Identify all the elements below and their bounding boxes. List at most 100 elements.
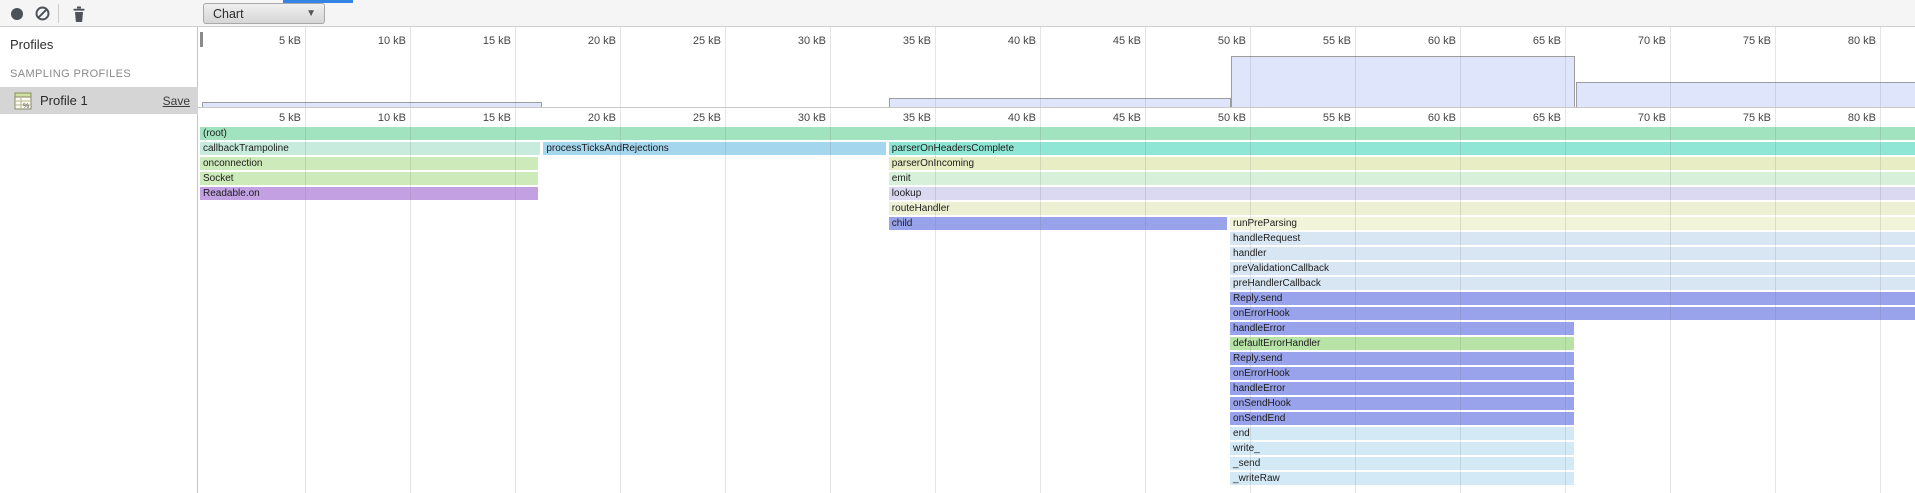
flame-bar[interactable]: _writeRaw [1230, 472, 1574, 485]
ruler-tick-label: 25 kB [651, 112, 721, 124]
flame-bar[interactable]: _send [1230, 457, 1574, 470]
flame-bar[interactable]: child [889, 217, 1227, 230]
save-profile-link[interactable]: Save [163, 94, 190, 108]
ruler-tick-label: 40 kB [966, 112, 1036, 124]
flame-bar[interactable]: handleError [1230, 382, 1574, 395]
flame-bar[interactable]: callbackTrampoline [200, 142, 540, 155]
gridline [725, 27, 726, 493]
gridline [935, 27, 936, 493]
delete-profile-button[interactable] [70, 0, 88, 27]
ruler-tick-label: 15 kB [441, 35, 511, 47]
gridline [1250, 27, 1251, 493]
gridline [830, 27, 831, 493]
ruler-tick-label: 60 kB [1386, 112, 1456, 124]
gridline [410, 27, 411, 493]
ruler-tick-label: 45 kB [1071, 112, 1141, 124]
flame-bar[interactable]: Reply.send [1230, 292, 1915, 305]
sidebar-item-profile-1[interactable]: % Profile 1 Save [0, 87, 198, 114]
gridline [620, 27, 621, 493]
gridline [515, 27, 516, 493]
ruler-tick-label: 75 kB [1701, 35, 1771, 47]
ruler-tick-label: 10 kB [336, 35, 406, 47]
overview-drag-handle[interactable] [200, 32, 203, 47]
flame-bar[interactable]: end [1230, 427, 1574, 440]
view-mode-label: Chart [213, 7, 244, 21]
gridline [1040, 27, 1041, 493]
flame-bar[interactable]: Socket [200, 172, 538, 185]
ruler-tick-label: 80 kB [1806, 112, 1876, 124]
flame-bar[interactable]: defaultErrorHandler [1230, 337, 1574, 350]
ruler-tick-label: 5 kB [231, 35, 301, 47]
profile-name: Profile 1 [40, 93, 163, 108]
flame-bar[interactable]: parserOnIncoming [889, 157, 1915, 170]
flame-bar[interactable]: onconnection [200, 157, 538, 170]
gridline [305, 27, 306, 493]
flame-bar[interactable]: parserOnHeadersComplete [889, 142, 1915, 155]
dropdown-arrow-icon: ▼ [306, 8, 316, 19]
flame-bar[interactable]: handleRequest [1230, 232, 1915, 245]
flame-bar[interactable]: onSendHook [1230, 397, 1574, 410]
ruler-tick-label: 55 kB [1281, 35, 1351, 47]
record-button[interactable] [9, 0, 25, 27]
ruler-tick-label: 70 kB [1596, 35, 1666, 47]
gridline [1355, 27, 1356, 493]
sidebar: Profiles SAMPLING PROFILES % Profile 1 S… [0, 27, 198, 493]
block-icon [35, 6, 50, 21]
flame-bar[interactable]: lookup [889, 187, 1915, 200]
gridline [1460, 27, 1461, 493]
ruler-tick-label: 65 kB [1491, 35, 1561, 47]
ruler-tick-label: 25 kB [651, 35, 721, 47]
flame-bar[interactable]: runPreParsing [1230, 217, 1915, 230]
overview-segment[interactable] [1576, 82, 1915, 108]
profile-icon: % [14, 92, 32, 110]
flame-bar[interactable]: (root) [200, 127, 1915, 140]
gridline [1145, 27, 1146, 493]
ruler-tick-label: 20 kB [546, 35, 616, 47]
ruler-tick-label: 55 kB [1281, 112, 1351, 124]
flame-bar[interactable]: onErrorHook [1230, 367, 1574, 380]
ruler-tick-label: 50 kB [1176, 35, 1246, 47]
ruler-tick-label: 35 kB [861, 112, 931, 124]
ruler-tick-label: 10 kB [336, 112, 406, 124]
flame-bar[interactable]: preHandlerCallback [1230, 277, 1915, 290]
flame-bar[interactable]: Readable.on [200, 187, 538, 200]
svg-text:%: % [23, 103, 29, 110]
profiles-heading: Profiles [10, 37, 53, 52]
ruler-tick-label: 5 kB [231, 112, 301, 124]
flame-bar[interactable]: onSendEnd [1230, 412, 1574, 425]
flame-bar[interactable]: onErrorHook [1230, 307, 1915, 320]
ruler-tick-label: 40 kB [966, 35, 1036, 47]
gridline [1565, 27, 1566, 493]
ruler-tick-label: 70 kB [1596, 112, 1666, 124]
ruler-tick-label: 80 kB [1806, 35, 1876, 47]
toolbar: Chart ▼ [0, 0, 1915, 27]
flame-bar[interactable]: routeHandler [889, 202, 1915, 215]
gridline [1775, 27, 1776, 493]
overview-bottom-border [198, 107, 1915, 108]
overview-segment[interactable] [1231, 56, 1575, 108]
trash-icon [72, 6, 86, 22]
sampling-profiles-section-label: SAMPLING PROFILES [10, 68, 131, 80]
ruler-tick-label: 15 kB [441, 112, 511, 124]
gridline [1880, 27, 1881, 493]
flame-bar[interactable]: write_ [1230, 442, 1574, 455]
gridline [1670, 27, 1671, 493]
flame-bar[interactable]: processTicksAndRejections [543, 142, 885, 155]
flame-bar[interactable]: handleError [1230, 322, 1574, 335]
flame-bar[interactable]: preValidationCallback [1230, 262, 1915, 275]
flame-bar[interactable]: Reply.send [1230, 352, 1574, 365]
ruler-tick-label: 45 kB [1071, 35, 1141, 47]
flame-bar[interactable]: emit [889, 172, 1915, 185]
ruler-tick-label: 50 kB [1176, 112, 1246, 124]
ruler-tick-label: 60 kB [1386, 35, 1456, 47]
toolbar-separator [58, 4, 59, 23]
ruler-tick-label: 20 kB [546, 112, 616, 124]
flamegraph-pane: (root) callbackTrampolineprocessTicksAndR… [198, 27, 1915, 493]
ruler-tick-label: 75 kB [1701, 112, 1771, 124]
ruler-tick-label: 65 kB [1491, 112, 1561, 124]
flame-bar[interactable]: handler [1230, 247, 1915, 260]
clear-button[interactable] [33, 0, 51, 27]
ruler-tick-label: 30 kB [756, 112, 826, 124]
ruler-tick-label: 30 kB [756, 35, 826, 47]
view-mode-select[interactable]: Chart ▼ [203, 3, 325, 24]
